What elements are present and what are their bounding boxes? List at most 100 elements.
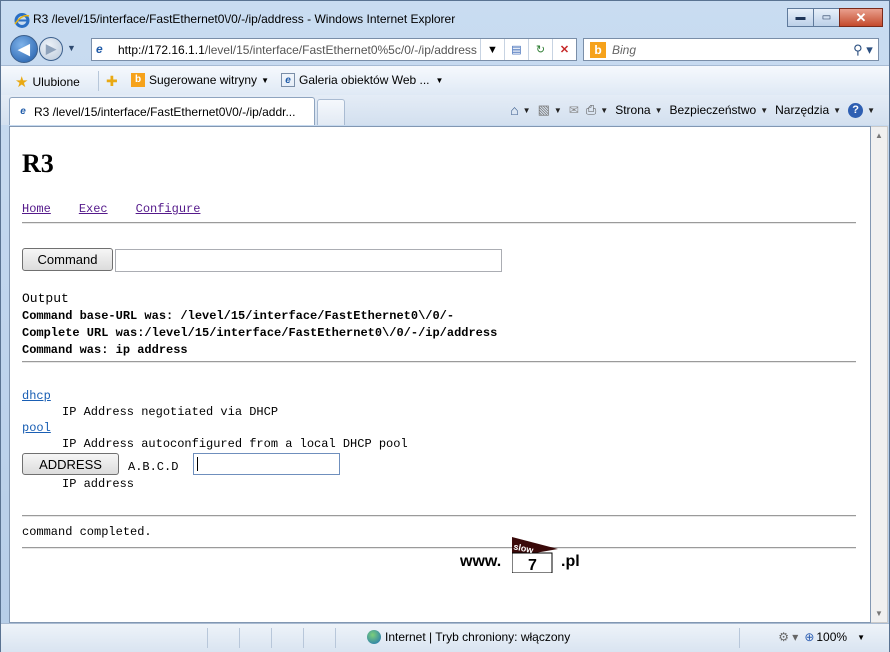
url-domain: http://172.16.1.1: [118, 42, 205, 57]
output-line: Command was: ip address: [22, 343, 188, 357]
new-tab-button[interactable]: [317, 99, 345, 125]
printer-icon: ⎙: [585, 102, 597, 117]
link-exec[interactable]: Exec: [79, 202, 108, 216]
suggested-sites-button[interactable]: b Sugerowane witryny ▼: [131, 73, 269, 87]
divider: [22, 222, 856, 224]
command-status: command completed.: [22, 525, 152, 539]
window-title: R3 /level/15/interface/FastEthernet0\/0/…: [33, 12, 456, 26]
web-slice-gallery-button[interactable]: e Galeria obiektów Web ... ▼: [281, 73, 443, 87]
chevron-down-icon: ▼: [261, 75, 269, 85]
web-slice-label: Galeria obiektów Web ...: [299, 73, 430, 87]
favorites-bar: ★ Ulubione ✚ b Sugerowane witryny ▼ e Ga…: [1, 65, 889, 95]
logo-seven: 7: [528, 557, 537, 573]
safety-menu[interactable]: Bezpieczeństwo ▼: [669, 103, 768, 117]
page-title: R3: [22, 149, 54, 178]
safety-menu-label: Bezpieczeństwo: [669, 103, 757, 117]
mail-icon: ✉: [568, 103, 579, 117]
tab-strip: e R3 /level/15/interface/FastEthernet0\/…: [1, 95, 889, 125]
status-divider: [239, 628, 240, 648]
window-controls: ▬ ▭ ✕: [787, 8, 883, 27]
address-input[interactable]: http://172.16.1.1/level/15/interface/Fas…: [118, 43, 480, 57]
text-caret: [197, 457, 198, 471]
status-divider: [207, 628, 208, 648]
address-bar[interactable]: e http://172.16.1.1/level/15/interface/F…: [91, 38, 577, 61]
bing-icon: b: [590, 41, 606, 58]
output-line: Complete URL was:/level/15/interface/Fas…: [22, 326, 498, 340]
page-menu-label: Strona: [615, 103, 651, 117]
status-divider: [335, 628, 336, 648]
link-configure[interactable]: Configure: [136, 202, 201, 216]
search-input[interactable]: Bing: [612, 43, 848, 57]
search-box[interactable]: b Bing ⚲ ▾: [583, 38, 879, 61]
security-zone[interactable]: Internet | Tryb chroniony: włączony: [367, 630, 570, 644]
add-favorite-icon: ✚: [106, 73, 118, 89]
link-home[interactable]: Home: [22, 202, 51, 216]
zoom-level: 100%: [816, 630, 848, 644]
protected-mode-icon[interactable]: ⚙ ▾: [778, 630, 798, 644]
scroll-up-icon[interactable]: ▲: [875, 131, 883, 140]
scroll-down-icon[interactable]: ▼: [875, 609, 883, 618]
command-input[interactable]: [115, 249, 502, 272]
slow7-logo: www. slow 7 .pl: [460, 537, 600, 577]
status-bar: Internet | Tryb chroniony: włączony ⚙ ▾ …: [1, 623, 889, 652]
top-nav-links: Home Exec Configure: [22, 202, 228, 216]
tab-active[interactable]: e R3 /level/15/interface/FastEthernet0\/…: [9, 97, 315, 125]
option-description: IP Address negotiated via DHCP: [62, 405, 279, 419]
history-dropdown-icon[interactable]: ▼: [67, 43, 76, 53]
favorites-label: Ulubione: [32, 75, 80, 89]
chevron-down-icon: ▼: [654, 105, 663, 115]
chevron-down-icon: ▼: [522, 105, 531, 115]
help-menu[interactable]: ? ▼: [848, 102, 875, 118]
globe-icon: [367, 630, 381, 644]
status-divider: [739, 628, 740, 648]
forward-button[interactable]: ▶: [39, 37, 63, 61]
url-path: /level/15/interface/FastEthernet0%5c/0/-…: [204, 42, 477, 57]
option-description: IP Address autoconfigured from a local D…: [62, 437, 408, 451]
command-button[interactable]: Command: [22, 248, 113, 271]
read-mail-button[interactable]: ✉: [569, 103, 579, 117]
maximize-button[interactable]: ▭: [813, 8, 840, 27]
security-zone-label: Internet | Tryb chroniony: włączony: [385, 630, 571, 644]
logo-www: www.: [460, 553, 502, 570]
home-button[interactable]: ⌂ ▼: [510, 102, 530, 118]
ip-address-input[interactable]: [193, 453, 340, 475]
logo-flag-icon: slow 7: [512, 537, 558, 573]
output-heading: Output: [22, 291, 69, 306]
output-line: Command base-URL was: /level/15/interfac…: [22, 309, 455, 323]
vertical-scrollbar[interactable]: ▲ ▼: [871, 126, 888, 623]
address-dropdown-icon[interactable]: ▼: [480, 39, 504, 60]
compatibility-view-icon[interactable]: ▤: [504, 39, 528, 60]
divider: [22, 361, 856, 363]
favorites-divider: [98, 71, 99, 91]
add-to-favorites-button[interactable]: ✚: [106, 73, 118, 90]
tools-menu[interactable]: Narzędzia ▼: [775, 103, 841, 117]
chevron-down-icon: ▼: [867, 105, 875, 115]
back-button[interactable]: ◀: [10, 35, 38, 63]
suggested-sites-label: Sugerowane witryny: [149, 73, 258, 87]
search-icon[interactable]: ⚲ ▾: [848, 42, 878, 58]
status-divider: [303, 628, 304, 648]
option-link-pool[interactable]: pool: [22, 421, 51, 435]
chevron-down-icon: ▼: [857, 632, 865, 642]
suggested-sites-icon: b: [131, 73, 145, 87]
navigation-bar: ◀ ▶ ▼ e http://172.16.1.1/level/15/inter…: [1, 33, 889, 63]
feeds-icon: ▧: [537, 102, 550, 117]
tab-label: R3 /level/15/interface/FastEthernet0\/0/…: [34, 104, 296, 119]
stop-icon[interactable]: ✕: [552, 39, 576, 60]
minimize-button[interactable]: ▬: [787, 8, 814, 27]
chevron-down-icon: ▼: [760, 105, 769, 115]
favorites-button[interactable]: ★ Ulubione: [15, 73, 80, 91]
home-icon: ⌂: [510, 102, 519, 118]
address-format-hint: A.B.C.D: [128, 460, 179, 474]
page-icon: e: [96, 41, 103, 56]
address-button[interactable]: ADDRESS: [22, 453, 119, 475]
print-button[interactable]: ⎙ ▼: [586, 102, 608, 118]
close-button[interactable]: ✕: [839, 8, 883, 27]
feeds-button[interactable]: ▧ ▼: [538, 102, 562, 118]
refresh-icon[interactable]: ↻: [528, 39, 552, 60]
option-link-dhcp[interactable]: dhcp: [22, 389, 51, 403]
command-bar: ⌂ ▼ ▧ ▼ ✉ ⎙ ▼ Strona ▼ Bezpieczeństwo ▼ Narzę…: [503, 102, 875, 118]
page-menu[interactable]: Strona ▼: [615, 103, 662, 117]
zoom-control[interactable]: ⚙ ▾ ⊕ 100% ▼: [778, 630, 865, 644]
tools-menu-label: Narzędzia: [775, 103, 830, 117]
